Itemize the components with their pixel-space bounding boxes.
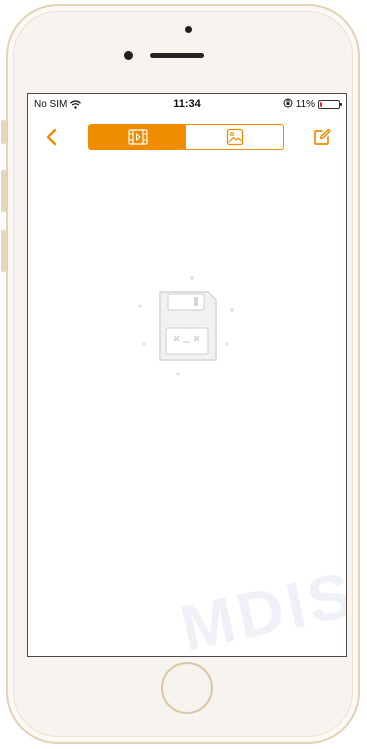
rotation-lock-icon bbox=[283, 98, 293, 111]
battery-percent: 11% bbox=[295, 99, 315, 110]
image-photo-icon bbox=[226, 128, 243, 146]
edit-button[interactable] bbox=[312, 126, 332, 148]
status-bar: No SIM 11:34 11% bbox=[28, 94, 346, 114]
battery-icon bbox=[318, 100, 342, 109]
chevron-left-icon bbox=[46, 128, 57, 146]
proximity-sensor bbox=[185, 26, 192, 33]
volume-down-button bbox=[1, 230, 6, 272]
device-mockup: No SIM 11:34 11% MDIS bbox=[0, 0, 367, 749]
floppy-disk-empty-icon bbox=[138, 276, 234, 376]
edit-compose-icon bbox=[314, 128, 331, 145]
segment-video[interactable] bbox=[89, 125, 186, 149]
back-button[interactable] bbox=[42, 126, 62, 148]
front-camera bbox=[124, 51, 133, 60]
battery-level-fill bbox=[320, 102, 322, 107]
volume-up-button bbox=[1, 170, 6, 212]
segment-photo[interactable] bbox=[186, 125, 283, 149]
app-screen: No SIM 11:34 11% MDIS bbox=[27, 93, 347, 657]
media-content-area: MDIS bbox=[28, 158, 346, 656]
home-button[interactable] bbox=[161, 662, 213, 714]
battery-group: 11% bbox=[283, 98, 342, 111]
navigation-bar bbox=[28, 118, 346, 158]
video-film-icon bbox=[127, 129, 148, 145]
earpiece-speaker bbox=[150, 53, 204, 58]
mute-switch bbox=[1, 120, 6, 144]
media-type-segmented-control bbox=[88, 124, 284, 150]
watermark-text: MDIS bbox=[174, 557, 347, 657]
